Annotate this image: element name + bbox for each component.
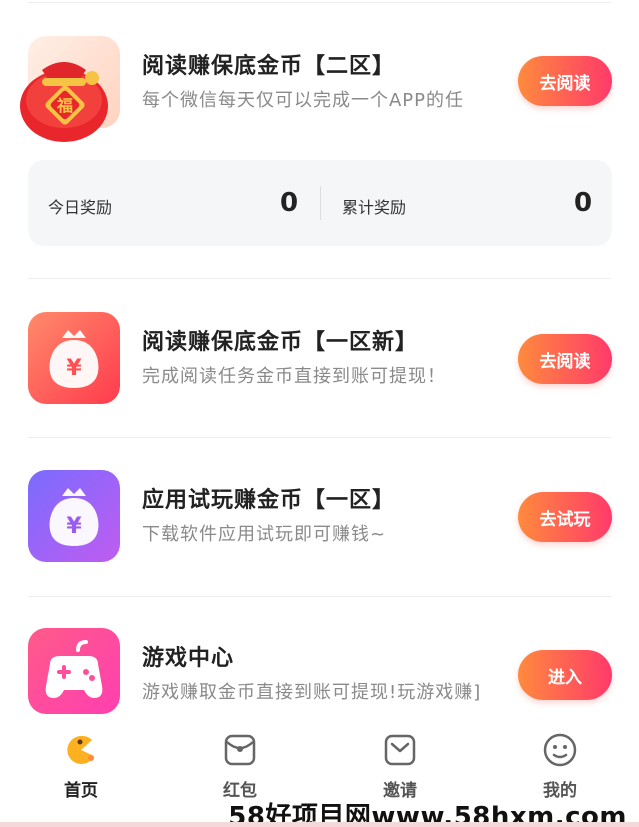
task-subtitle: 每个微信每天仅可以完成一个APP的任	[142, 90, 465, 111]
gamepad-icon	[28, 628, 120, 714]
section-divider	[28, 437, 611, 438]
task-subtitle: 游戏赚取金币直接到账可提现!玩游戏赚]	[142, 682, 482, 703]
tab-home[interactable]: 首页	[41, 730, 121, 801]
money-bag-icon: ¥	[28, 312, 120, 404]
task-title: 应用试玩赚金币【一区】	[142, 488, 396, 513]
total-reward-value: 0	[574, 188, 593, 218]
red-envelope-icon	[224, 734, 256, 766]
section-divider	[28, 278, 611, 279]
tab-invite[interactable]: 邀请	[360, 730, 440, 801]
task-item-app-trial[interactable]: ¥ 应用试玩赚金币【一区】 下载软件应用试玩即可赚钱~ 去试玩	[0, 470, 639, 580]
section-divider	[28, 596, 611, 597]
top-divider	[28, 2, 611, 3]
stats-separator	[320, 186, 321, 220]
enter-button[interactable]: 进入	[518, 650, 612, 700]
yen-symbol: ¥	[66, 356, 82, 381]
task-title: 游戏中心	[142, 646, 235, 671]
task-title: 阅读赚保底金币【一区新】	[142, 330, 419, 355]
home-pacman-icon	[67, 735, 94, 764]
today-reward-value: 0	[280, 188, 299, 218]
tab-label: 首页	[64, 781, 98, 801]
tab-profile[interactable]: 我的	[520, 730, 600, 801]
money-bag-icon: ¥	[28, 470, 120, 562]
go-read-button[interactable]: 去阅读	[518, 56, 612, 106]
task-subtitle: 完成阅读任务金币直接到账可提现！	[142, 366, 446, 387]
task-title: 阅读赚保底金币【二区】	[142, 54, 396, 79]
bottom-strip	[0, 822, 639, 827]
total-reward-label: 累计奖励	[342, 198, 407, 217]
reward-stats-card: 今日奖励 0 累计奖励 0	[28, 160, 612, 246]
lucky-bag-icon: 福	[20, 36, 120, 142]
task-item-read-zone-2[interactable]: 福 阅读赚保底金币【二区】 每个微信每天仅可以完成一个APP的任 去阅读	[0, 36, 639, 146]
today-reward-label: 今日奖励	[48, 198, 113, 217]
task-subtitle: 下载软件应用试玩即可赚钱~	[142, 524, 387, 545]
yen-symbol: ¥	[66, 514, 82, 539]
go-trial-button[interactable]: 去试玩	[518, 492, 612, 542]
go-read-button[interactable]: 去阅读	[518, 334, 612, 384]
lucky-bag-char: 福	[56, 96, 73, 115]
bottom-tab-bar: 首页 红包 邀请 我的	[0, 718, 639, 808]
task-item-read-zone-1[interactable]: ¥ 阅读赚保底金币【一区新】 完成阅读任务金币直接到账可提现！ 去阅读	[0, 312, 639, 422]
tab-red-envelope[interactable]: 红包	[200, 730, 280, 801]
profile-face-icon	[543, 733, 577, 767]
invite-envelope-icon	[384, 734, 416, 766]
